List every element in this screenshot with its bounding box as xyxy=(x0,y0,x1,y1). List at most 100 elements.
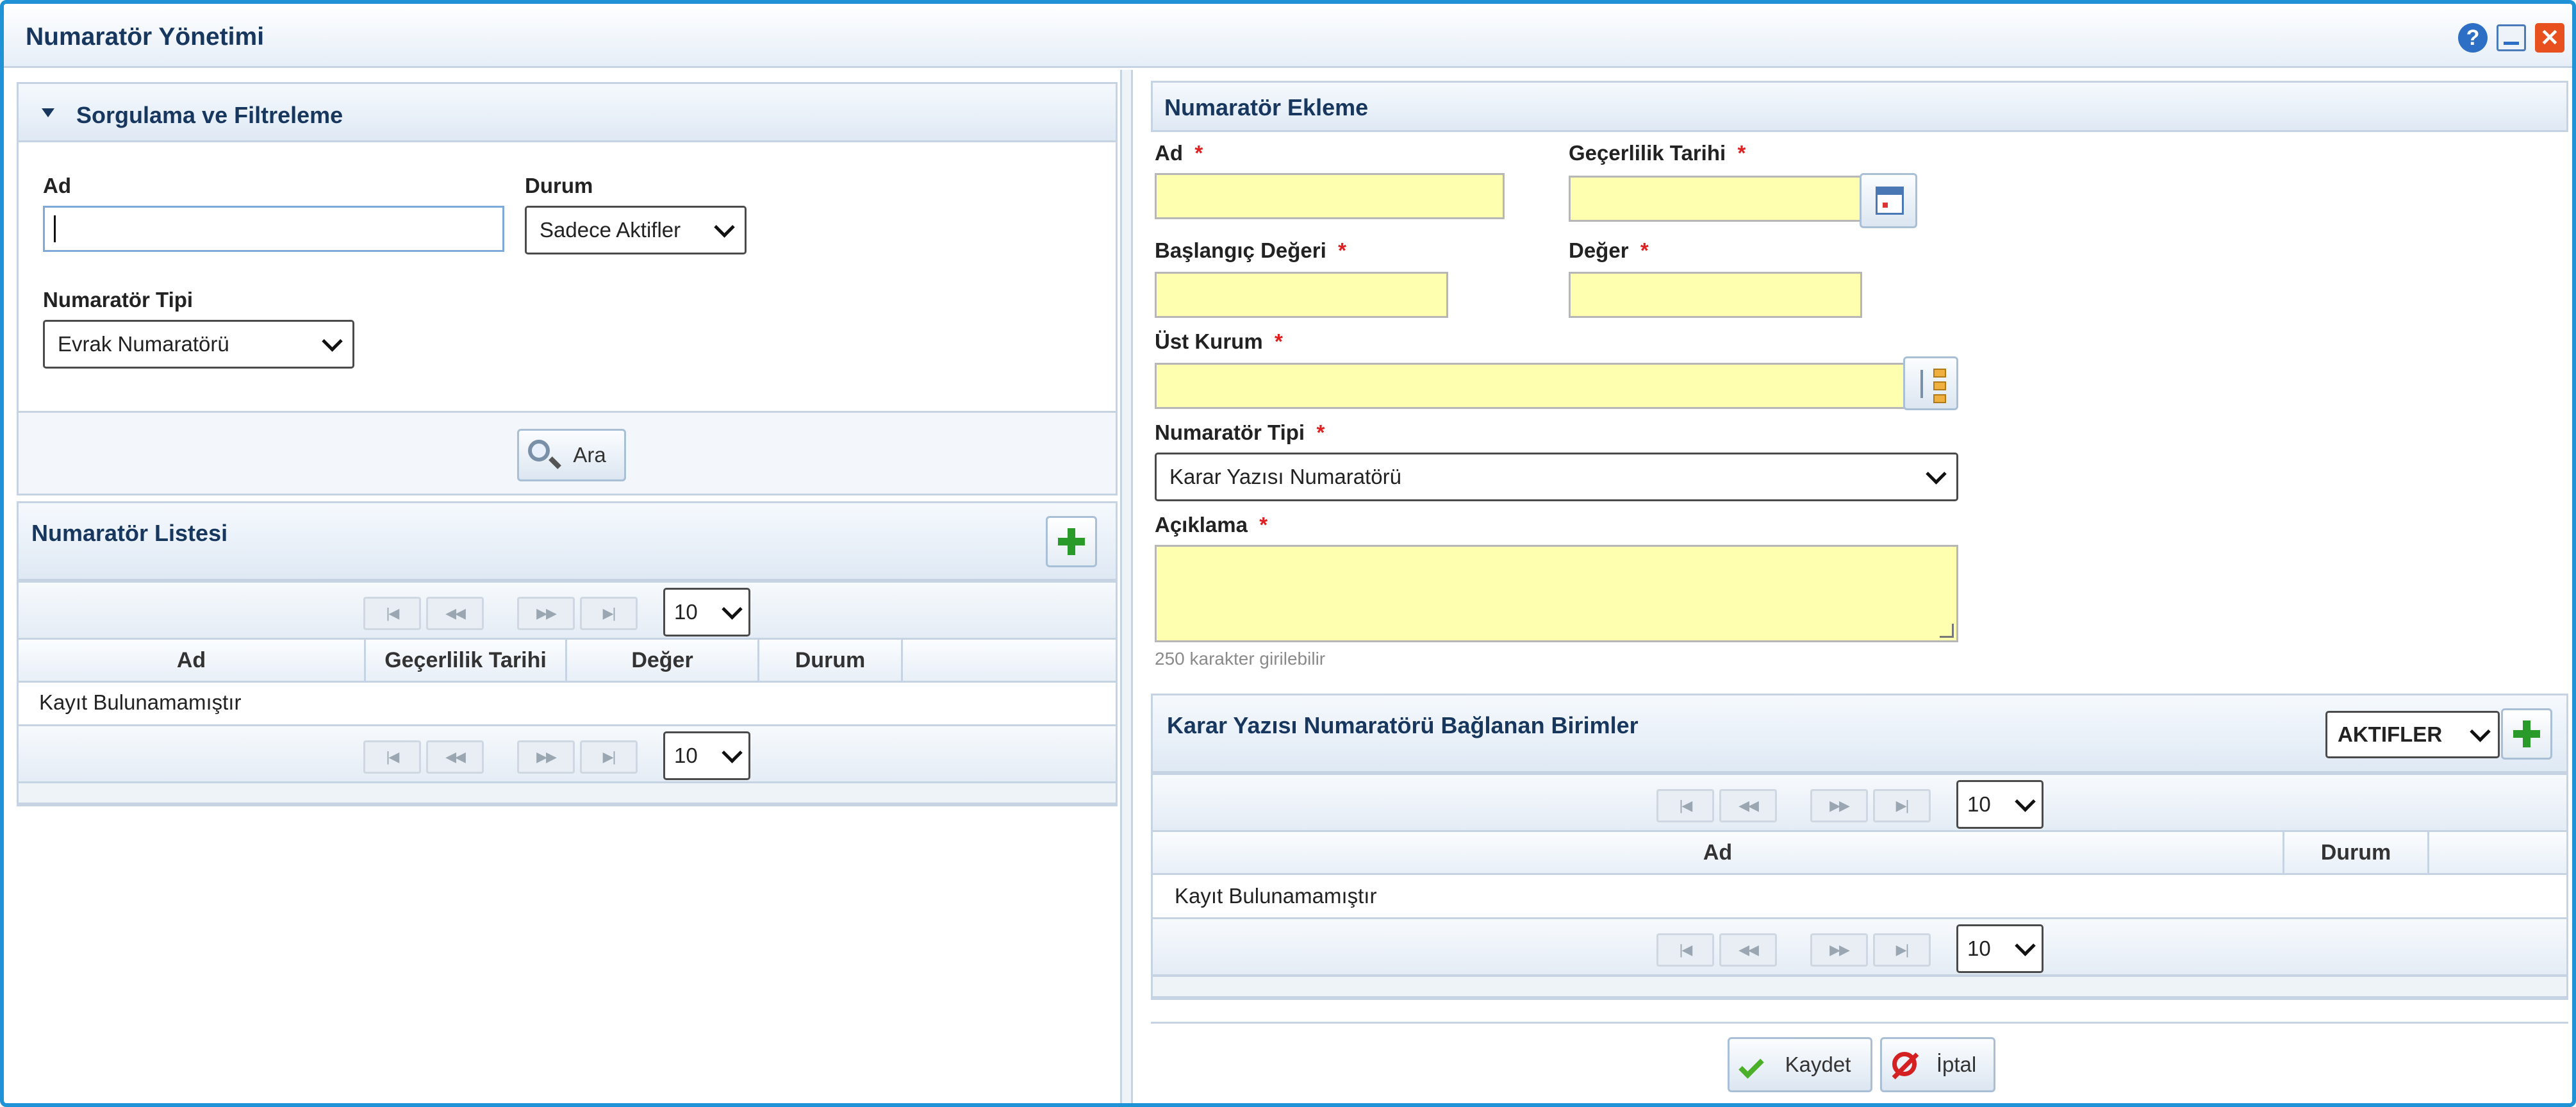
iptal-button[interactable]: İptal xyxy=(1880,1037,1995,1092)
last-page-icon[interactable]: ▶| xyxy=(580,597,638,630)
units-filter-select[interactable]: AKTIFLER xyxy=(2325,711,2500,758)
chevron-down-icon xyxy=(722,598,743,620)
chevron-down-icon xyxy=(1926,463,1947,485)
page-size-select[interactable]: 10 xyxy=(663,588,750,637)
numarator-tipi-select[interactable]: Evrak Numaratörü xyxy=(43,320,354,369)
search-icon-handle xyxy=(549,456,561,469)
column-header-ad[interactable]: Ad xyxy=(1153,832,2284,873)
baslangic-label: Başlangıç Değeri * xyxy=(1155,238,1346,263)
units-panel-header: Karar Yazısı Numaratörü Bağlanan Birimle… xyxy=(1151,694,2568,773)
units-empty-message: Kayıt Bulunamamıştır xyxy=(1175,884,1377,908)
form-numarator-tipi-select[interactable]: Karar Yazısı Numaratörü xyxy=(1155,453,1958,501)
form-numarator-tipi-value: Karar Yazısı Numaratörü xyxy=(1169,465,1401,488)
org-tree-button[interactable] xyxy=(1903,356,1958,410)
form-tip-label-text: Numaratör Tipi xyxy=(1155,420,1305,444)
ad-label: Ad xyxy=(43,174,71,197)
char-limit-hint: 250 karakter girilebilir xyxy=(1155,649,1326,669)
list-panel-title: Numaratör Listesi xyxy=(31,520,228,546)
aciklama-label: Açıklama * xyxy=(1155,513,1267,537)
next-page-icon[interactable]: ▶▶ xyxy=(1810,789,1868,822)
required-mark: * xyxy=(1316,420,1325,444)
prev-page-icon[interactable]: ◀◀ xyxy=(1719,933,1777,967)
ust-kurum-input[interactable] xyxy=(1155,363,1908,409)
chevron-down-icon xyxy=(714,216,735,238)
kaydet-button[interactable]: Kaydet xyxy=(1728,1037,1872,1092)
baslangic-input[interactable] xyxy=(1155,272,1448,318)
column-header-deger[interactable]: Değer xyxy=(567,640,759,681)
action-divider xyxy=(1151,1022,2568,1024)
deger-label-text: Değer xyxy=(1569,238,1629,262)
ara-button[interactable]: Ara xyxy=(517,429,626,481)
required-mark: * xyxy=(1640,238,1649,262)
splitter[interactable] xyxy=(1120,70,1133,1103)
column-header-durum[interactable]: Durum xyxy=(2284,832,2429,873)
list-panel-header: Numaratör Listesi xyxy=(17,501,1118,581)
list-table-header: Ad Geçerlilik Tarihi Değer Durum xyxy=(17,638,1118,683)
list-panel: Numaratör Listesi |◀ ◀◀ ▶▶ ▶| 10 Ad Geçe… xyxy=(17,501,1118,806)
deger-input[interactable] xyxy=(1569,272,1862,318)
list-pager-bottom: |◀ ◀◀ ▶▶ ▶| 10 xyxy=(17,724,1118,783)
filter-panel-header[interactable]: Sorgulama ve Filtreleme xyxy=(17,82,1118,142)
first-page-icon[interactable]: |◀ xyxy=(363,597,421,630)
add-numarator-button[interactable] xyxy=(1046,516,1097,567)
units-pager-bottom: |◀ ◀◀ ▶▶ ▶| 10 xyxy=(1151,917,2568,976)
units-table-header: Ad Durum xyxy=(1151,830,2568,875)
page-size-select[interactable]: 10 xyxy=(663,731,750,780)
column-header-gecerlilik[interactable]: Geçerlilik Tarihi xyxy=(366,640,567,681)
units-panel: Karar Yazısı Numaratörü Bağlanan Birimle… xyxy=(1151,694,2568,1000)
form-header: Numaratör Ekleme xyxy=(1151,81,2568,132)
filter-panel: Sorgulama ve Filtreleme Ad Durum Sadece … xyxy=(17,82,1118,495)
ara-button-label: Ara xyxy=(573,443,606,467)
next-page-icon[interactable]: ▶▶ xyxy=(517,597,575,630)
calendar-icon xyxy=(1876,187,1904,215)
iptal-button-label: İptal xyxy=(1936,1053,1977,1076)
units-panel-footer xyxy=(1151,975,2568,998)
durum-select[interactable]: Sadece Aktifler xyxy=(525,206,747,254)
first-page-icon[interactable]: |◀ xyxy=(363,740,421,774)
next-page-icon[interactable]: ▶▶ xyxy=(1810,933,1868,967)
baslangic-label-text: Başlangıç Değeri xyxy=(1155,238,1326,262)
chevron-down-icon xyxy=(722,742,743,763)
ust-kurum-label: Üst Kurum * xyxy=(1155,329,1283,354)
column-header-ad[interactable]: Ad xyxy=(19,640,366,681)
first-page-icon[interactable]: |◀ xyxy=(1656,933,1714,967)
empty-message: Kayıt Bulunamamıştır xyxy=(39,690,242,714)
resize-handle-icon[interactable] xyxy=(1940,624,1954,638)
page-size-select[interactable]: 10 xyxy=(1956,924,2043,973)
last-page-icon[interactable]: ▶| xyxy=(1873,789,1931,822)
page-size-value: 10 xyxy=(674,600,698,624)
add-unit-button[interactable] xyxy=(2501,708,2552,760)
page-size-select[interactable]: 10 xyxy=(1956,780,2043,829)
aciklama-textarea[interactable] xyxy=(1155,545,1958,642)
required-mark: * xyxy=(1275,329,1283,353)
form-ad-input[interactable] xyxy=(1155,173,1505,219)
numarator-tipi-select-value: Evrak Numaratörü xyxy=(58,332,229,356)
column-header-durum[interactable]: Durum xyxy=(759,640,903,681)
prev-page-icon[interactable]: ◀◀ xyxy=(426,740,484,774)
units-filter-value: AKTIFLER xyxy=(2338,722,2443,746)
help-icon[interactable]: ? xyxy=(2458,23,2488,53)
aciklama-label-text: Açıklama xyxy=(1155,513,1248,537)
next-page-icon[interactable]: ▶▶ xyxy=(517,740,575,774)
kaydet-button-label: Kaydet xyxy=(1785,1053,1851,1076)
ust-kurum-label-text: Üst Kurum xyxy=(1155,329,1263,353)
first-page-icon[interactable]: |◀ xyxy=(1656,789,1714,822)
window: Numaratör Yönetimi ? ✕ Sorgulama ve Filt… xyxy=(0,0,2576,1107)
units-pager-top: |◀ ◀◀ ▶▶ ▶| 10 xyxy=(1151,773,2568,832)
chevron-down-icon xyxy=(2015,935,2036,956)
deger-label: Değer * xyxy=(1569,238,1649,263)
minimize-icon[interactable] xyxy=(2497,24,2526,51)
form-title: Numaratör Ekleme xyxy=(1164,94,1369,121)
prev-page-icon[interactable]: ◀◀ xyxy=(1719,789,1777,822)
prev-page-icon[interactable]: ◀◀ xyxy=(426,597,484,630)
gecerlilik-label: Geçerlilik Tarihi * xyxy=(1569,141,1746,165)
collapse-triangle-icon[interactable] xyxy=(42,108,54,117)
calendar-button[interactable] xyxy=(1860,173,1917,228)
list-panel-footer xyxy=(17,781,1118,804)
gecerlilik-date-input[interactable] xyxy=(1569,176,1862,222)
numarator-tipi-label: Numaratör Tipi xyxy=(43,288,194,312)
close-icon[interactable]: ✕ xyxy=(2535,23,2564,53)
ad-search-input[interactable] xyxy=(43,206,504,252)
last-page-icon[interactable]: ▶| xyxy=(580,740,638,774)
last-page-icon[interactable]: ▶| xyxy=(1873,933,1931,967)
